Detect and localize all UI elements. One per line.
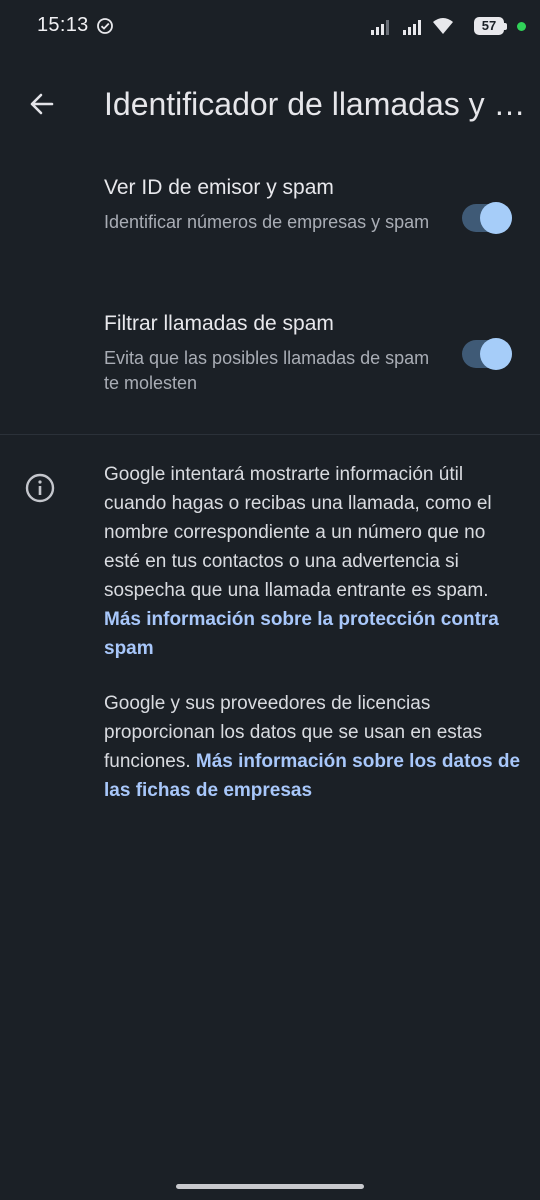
status-bar: 15:13 57	[0, 0, 540, 56]
info-paragraph: Google y sus proveedores de licencias pr…	[104, 689, 524, 805]
info-icon	[25, 473, 55, 503]
back-arrow-icon[interactable]	[22, 84, 62, 124]
filter-spam-toggle[interactable]	[462, 338, 512, 370]
signal-icon	[371, 20, 389, 35]
caller-id-toggle[interactable]	[462, 202, 512, 234]
spam-protection-link[interactable]: Más información sobre la protección cont…	[104, 609, 499, 659]
info-text: Google intentará mostrarte información ú…	[104, 464, 492, 601]
toggle-thumb	[480, 338, 512, 370]
info-paragraph: Google intentará mostrarte información ú…	[104, 460, 524, 663]
setting-subtitle: Identificar números de empresas y spam	[104, 212, 430, 232]
page-title: Identificador de llamadas y spam	[104, 86, 534, 122]
check-circle-icon	[97, 18, 113, 34]
battery-nub	[504, 23, 507, 30]
wifi-icon	[433, 18, 453, 34]
toggle-thumb	[480, 202, 512, 234]
divider	[0, 434, 540, 435]
home-indicator[interactable]	[176, 1184, 364, 1189]
setting-filter-spam[interactable]: Filtrar llamadas de spam Evita que las p…	[0, 308, 540, 408]
setting-title: Ver ID de emisor y spam	[104, 176, 334, 199]
privacy-indicator-dot	[517, 22, 526, 31]
battery-icon: 57	[474, 17, 504, 35]
setting-caller-id[interactable]: Ver ID de emisor y spam Identificar núme…	[0, 172, 540, 276]
setting-subtitle: Evita que las posibles llamadas de spam …	[104, 348, 430, 393]
status-time: 15:13	[37, 14, 89, 36]
signal-icon	[403, 20, 421, 35]
setting-title: Filtrar llamadas de spam	[104, 312, 334, 335]
status-icons: 57	[356, 14, 526, 40]
